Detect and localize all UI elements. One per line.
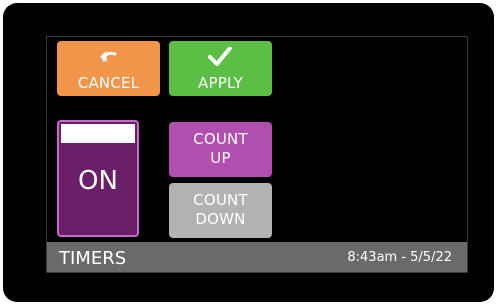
count-down-label-line2: DOWN: [195, 210, 246, 228]
page-title: TIMERS: [59, 248, 127, 269]
toggle-state-label: ON: [78, 166, 118, 196]
toggle-thumb[interactable]: [61, 124, 135, 143]
apply-button[interactable]: APPLY: [169, 41, 272, 96]
datetime-display: 8:43am - 5/5/22: [347, 250, 452, 265]
count-up-label-line2: UP: [210, 149, 231, 167]
touch-screen: CANCEL APPLY ON COUNT UP COUNT DOWN TIME…: [46, 36, 468, 273]
count-up-label-line1: COUNT: [193, 130, 248, 148]
apply-label: APPLY: [198, 74, 243, 92]
undo-arrow-icon: [57, 47, 160, 67]
checkmark-icon: [169, 46, 272, 67]
status-footer: TIMERS 8:43am - 5/5/22: [47, 242, 467, 272]
cancel-label: CANCEL: [77, 74, 140, 92]
cancel-button[interactable]: CANCEL: [57, 41, 160, 96]
on-off-toggle[interactable]: ON: [57, 120, 139, 237]
count-down-button[interactable]: COUNT DOWN: [169, 183, 272, 238]
count-down-label-line1: COUNT: [193, 191, 248, 209]
count-up-button[interactable]: COUNT UP: [169, 122, 272, 177]
device-bezel: CANCEL APPLY ON COUNT UP COUNT DOWN TIME…: [3, 3, 494, 302]
